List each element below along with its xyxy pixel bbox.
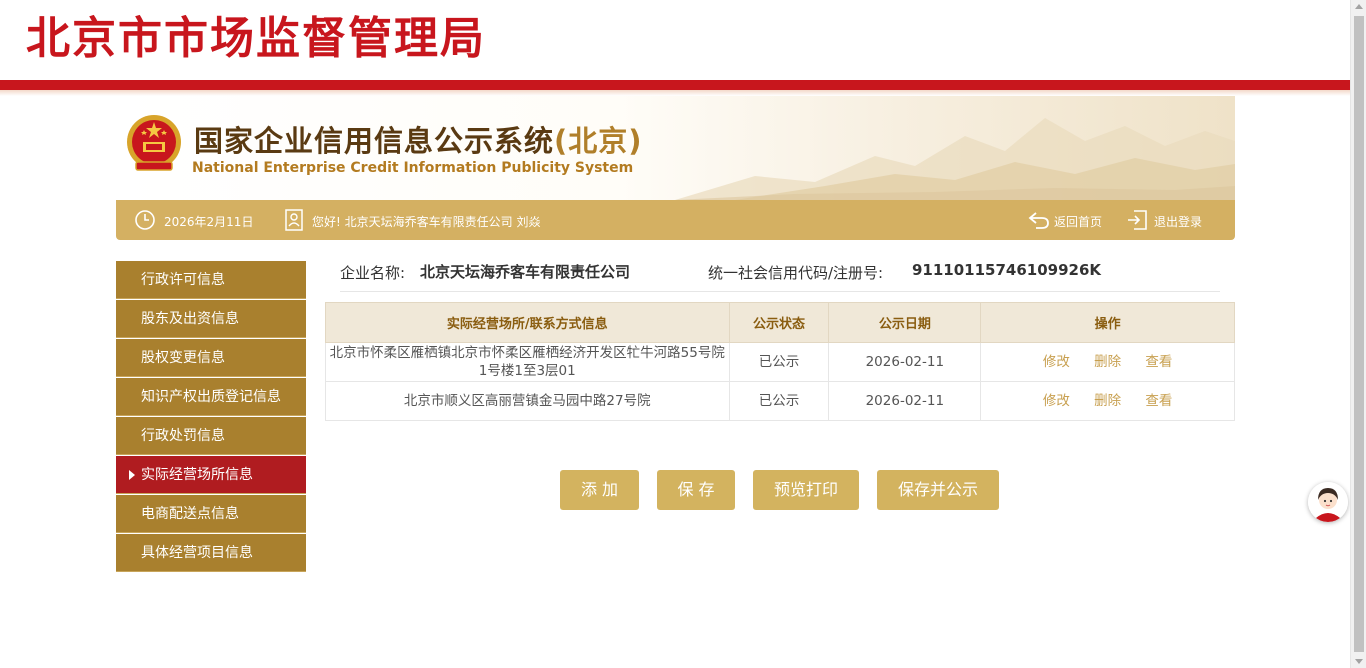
credit-code: 91110115746109926K (912, 261, 1102, 279)
mountain-illustration (675, 118, 1235, 200)
return-home-icon[interactable] (1028, 210, 1050, 230)
edit-link[interactable]: 修改 (1043, 354, 1070, 370)
view-link[interactable]: 查看 (1145, 354, 1172, 370)
header-divider (0, 80, 1350, 90)
preview-print-button[interactable]: 预览打印 (753, 470, 859, 510)
assistant-avatar[interactable] (1308, 482, 1348, 522)
column-header-status: 公示状态 (728, 302, 830, 343)
row-date: 2026-02-11 (828, 381, 982, 421)
column-header-address: 实际经营场所/联系方式信息 (325, 302, 730, 343)
scroll-down-arrow-icon[interactable] (1355, 659, 1363, 664)
edit-link[interactable]: 修改 (1043, 393, 1070, 409)
scroll-up-arrow-icon[interactable] (1355, 4, 1363, 9)
save-button[interactable]: 保 存 (657, 470, 735, 510)
row-status: 已公示 (728, 381, 830, 421)
clock-icon (135, 210, 155, 230)
user-icon (285, 209, 303, 231)
save-and-publish-button[interactable]: 保存并公示 (877, 470, 999, 510)
logout-icon[interactable] (1126, 209, 1148, 231)
return-home-link[interactable]: 返回首页 (1054, 213, 1102, 230)
row-address: 北京市顺义区高丽营镇金马园中路27号院 (325, 381, 730, 421)
system-banner: 国家企业信用信息公示系统(北京) National Enterprise Cre… (116, 96, 1235, 200)
table-header-row: 实际经营场所/联系方式信息 公示状态 公示日期 操作 (325, 302, 1235, 343)
row-actions: 修改 删除 查看 (980, 381, 1235, 421)
company-name-label: 企业名称: (340, 264, 406, 282)
row-date: 2026-02-11 (828, 342, 982, 382)
system-title: 国家企业信用信息公示系统(北京) (194, 118, 643, 160)
sidebar-nav: 行政许可信息 股东及出资信息 股权变更信息 知识产权出质登记信息 行政处罚信息 … (116, 261, 306, 573)
company-name: 北京天坛海乔客车有限责任公司 (420, 263, 631, 281)
sidebar-item-shareholders[interactable]: 股东及出资信息 (116, 300, 306, 338)
sidebar-item-admin-penalty[interactable]: 行政处罚信息 (116, 417, 306, 455)
view-link[interactable]: 查看 (1145, 393, 1172, 409)
scroll-thumb[interactable] (1354, 16, 1364, 652)
current-date: 2026年2月11日 (164, 215, 254, 229)
company-info: 企业名称: 北京天坛海乔客车有限责任公司 统一社会信用代码/注册号: 91110… (340, 258, 1220, 292)
site-title: 北京市市场监督管理局 (26, 13, 486, 64)
delete-link[interactable]: 删除 (1094, 393, 1121, 409)
system-title-text: 国家企业信用信息公示系统 (194, 124, 555, 158)
row-status: 已公示 (728, 342, 830, 382)
welcome-message: 您好! 北京天坛海乔客车有限责任公司 刘焱 (312, 215, 541, 229)
sidebar-item-ip-pledge[interactable]: 知识产权出质登记信息 (116, 378, 306, 416)
table-row: 北京市怀柔区雁栖镇北京市怀柔区雁栖经济开发区牤牛河路55号院1号楼1至3层01 … (325, 342, 1235, 382)
assistant-avatar-icon (1308, 482, 1348, 522)
column-header-actions: 操作 (980, 302, 1235, 343)
delete-link[interactable]: 删除 (1094, 354, 1121, 370)
page-scrollbar[interactable] (1350, 0, 1366, 668)
system-region: (北京) (554, 124, 643, 158)
premises-table: 实际经营场所/联系方式信息 公示状态 公示日期 操作 北京市怀柔区雁栖镇北京市怀… (325, 302, 1235, 421)
column-header-date: 公示日期 (828, 302, 982, 343)
user-info-bar: 2026年2月11日 您好! 北京天坛海乔客车有限责任公司 刘焱 返回首页 退出… (116, 200, 1235, 240)
sidebar-item-business-items[interactable]: 具体经营项目信息 (116, 534, 306, 572)
row-actions: 修改 删除 查看 (980, 342, 1235, 382)
row-address: 北京市怀柔区雁栖镇北京市怀柔区雁栖经济开发区牤牛河路55号院1号楼1至3层01 (325, 342, 730, 382)
table-row: 北京市顺义区高丽营镇金马园中路27号院 已公示 2026-02-11 修改 删除… (325, 381, 1235, 421)
add-button[interactable]: 添 加 (560, 470, 639, 510)
sidebar-item-business-premises[interactable]: 实际经营场所信息 (116, 456, 306, 494)
sidebar-item-equity-change[interactable]: 股权变更信息 (116, 339, 306, 377)
logout-link[interactable]: 退出登录 (1154, 213, 1202, 230)
system-subtitle: National Enterprise Credit Information P… (192, 160, 634, 176)
site-header: 北京市市场监督管理局 (0, 0, 1350, 80)
sidebar-item-admin-license[interactable]: 行政许可信息 (116, 261, 306, 299)
national-emblem-icon (127, 115, 181, 171)
sidebar-item-ecommerce-delivery[interactable]: 电商配送点信息 (116, 495, 306, 533)
credit-code-label: 统一社会信用代码/注册号: (708, 264, 884, 282)
